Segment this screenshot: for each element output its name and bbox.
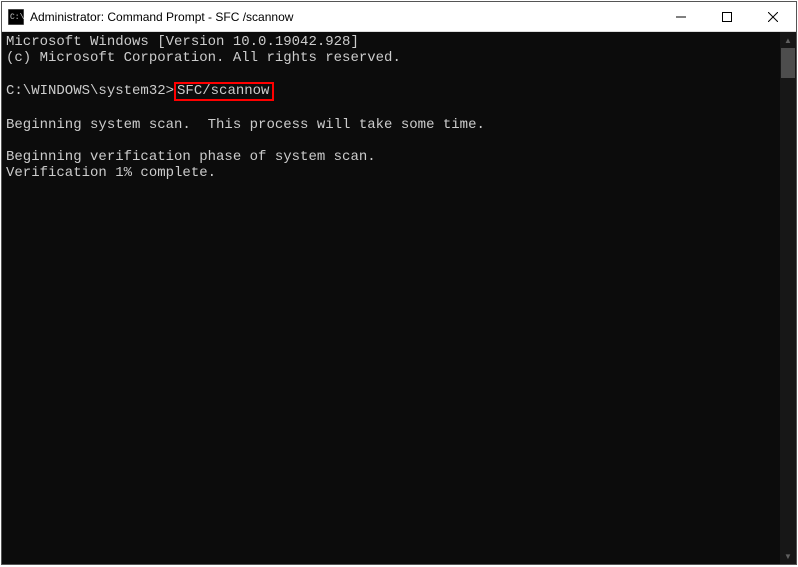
output-line: (c) Microsoft Corporation. All rights re… bbox=[6, 50, 776, 66]
console-output[interactable]: Microsoft Windows [Version 10.0.19042.92… bbox=[2, 32, 780, 564]
command-text: SFC/scannow bbox=[177, 83, 269, 99]
minimize-button[interactable] bbox=[658, 2, 704, 31]
command-highlight: SFC/scannow bbox=[174, 82, 274, 101]
output-blank bbox=[6, 133, 776, 149]
scroll-up-icon[interactable]: ▲ bbox=[780, 32, 796, 48]
output-line: Beginning system scan. This process will… bbox=[6, 117, 776, 133]
cmd-icon: C:\ bbox=[8, 9, 24, 25]
console-body: Microsoft Windows [Version 10.0.19042.92… bbox=[2, 32, 796, 564]
output-line: Verification 1% complete. bbox=[6, 165, 776, 181]
titlebar[interactable]: C:\ Administrator: Command Prompt - SFC … bbox=[2, 2, 796, 32]
window-controls bbox=[658, 2, 796, 31]
output-line: Beginning verification phase of system s… bbox=[6, 149, 776, 165]
close-button[interactable] bbox=[750, 2, 796, 31]
command-prompt-window: C:\ Administrator: Command Prompt - SFC … bbox=[1, 1, 797, 565]
window-title: Administrator: Command Prompt - SFC /sca… bbox=[30, 10, 658, 24]
prompt-path: C:\WINDOWS\system32> bbox=[6, 83, 174, 99]
output-blank bbox=[6, 66, 776, 82]
output-blank bbox=[6, 101, 776, 117]
prompt-line: C:\WINDOWS\system32>SFC/scannow bbox=[6, 82, 776, 101]
maximize-button[interactable] bbox=[704, 2, 750, 31]
scroll-down-icon[interactable]: ▼ bbox=[780, 548, 796, 564]
scrollbar-thumb[interactable] bbox=[781, 48, 795, 78]
vertical-scrollbar[interactable]: ▲ ▼ bbox=[780, 32, 796, 564]
svg-text:C:\: C:\ bbox=[10, 13, 24, 22]
output-line: Microsoft Windows [Version 10.0.19042.92… bbox=[6, 34, 776, 50]
